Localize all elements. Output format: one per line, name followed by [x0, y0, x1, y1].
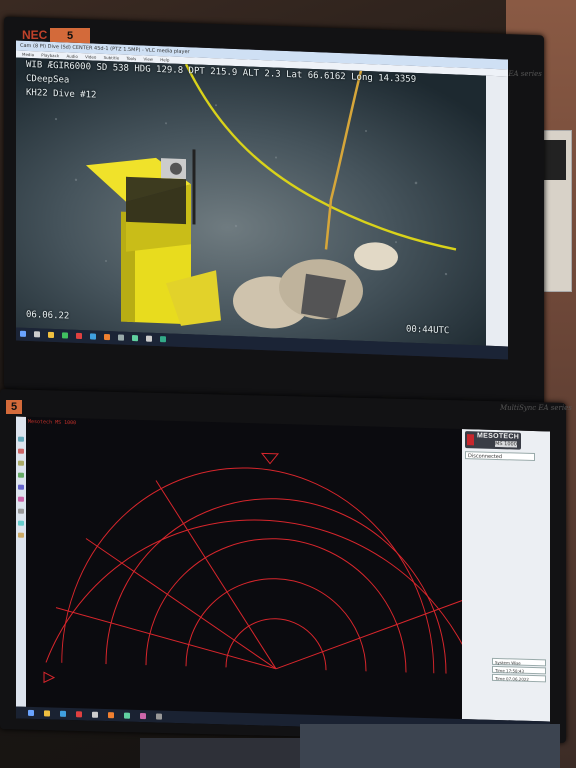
app-teal-icon[interactable] — [160, 336, 166, 343]
menu-subtitle[interactable]: Subtitle — [104, 55, 119, 61]
sonar-sector-lines — [55, 480, 462, 670]
system-field: System Wise — [492, 657, 546, 667]
time-overlay: 00:44UTC — [406, 324, 450, 337]
time-field: Time 17:58:43 — [492, 665, 546, 675]
browser-icon[interactable] — [60, 710, 66, 717]
bottom-monitor-screen: Mesotech MS 1000 MESOTECH MS 1000 Discon… — [16, 416, 550, 734]
sonar-side-panel: MESOTECH MS 1000 Disconnected System Wis… — [462, 428, 550, 722]
sonar-toolbar — [16, 416, 26, 707]
sonar-range-rings — [45, 467, 462, 675]
app-red-icon[interactable] — [76, 711, 82, 718]
heading-marker-icon — [260, 452, 280, 465]
mesotech-logo: MESOTECH MS 1000 — [465, 431, 521, 450]
menu-view[interactable]: View — [143, 56, 153, 61]
menu-tools[interactable]: Tools — [126, 56, 136, 61]
vlc-icon[interactable] — [104, 333, 110, 341]
menu-help[interactable]: Help — [160, 57, 169, 62]
bottom-monitor-brand: MultiSync EA series — [500, 404, 572, 412]
start-icon[interactable] — [20, 330, 26, 337]
menu-video[interactable]: Video — [85, 54, 96, 59]
app-grey-icon[interactable] — [118, 334, 124, 341]
tool-icon[interactable] — [18, 484, 24, 490]
org-overlay: CDeepSea — [26, 73, 70, 86]
left-arrow-icon — [43, 671, 56, 684]
search-icon[interactable] — [34, 331, 40, 338]
tool-icon[interactable] — [18, 472, 24, 478]
app-check-icon[interactable] — [62, 332, 68, 339]
top-monitor-screen: Cam (8 Pl) Dive (Sd) CENTER 45d-1 (PTZ 1… — [16, 40, 508, 360]
tool-icon[interactable] — [18, 496, 24, 502]
app-red-icon[interactable] — [76, 332, 82, 340]
tool-icon[interactable] — [18, 436, 24, 442]
tool-icon[interactable] — [18, 508, 24, 514]
app-green-icon[interactable] — [124, 712, 130, 719]
app-pink-icon[interactable] — [140, 713, 146, 720]
app-orange-icon[interactable] — [108, 712, 114, 719]
folder-icon[interactable] — [48, 331, 54, 339]
vlc-side-scrollbar[interactable] — [486, 75, 508, 347]
model-badge: MS 1000 — [495, 440, 517, 448]
start-icon[interactable] — [28, 709, 34, 717]
tool-icon[interactable] — [18, 448, 24, 454]
logo-text: MESOTECH — [477, 432, 520, 441]
menu-playback[interactable]: Playback — [41, 53, 59, 59]
tool-icon[interactable] — [18, 460, 24, 466]
app-white-icon[interactable] — [146, 335, 152, 342]
folder-icon[interactable] — [44, 710, 50, 717]
app-white-icon[interactable] — [92, 711, 98, 718]
menu-audio[interactable]: Audio — [66, 53, 77, 58]
seafloor-scene — [16, 57, 486, 346]
photo-scene: NEC 5 MultiSync EA series Cam (8 Pl) Div… — [0, 0, 576, 768]
third-monitor-screen — [300, 724, 560, 768]
third-monitor-edge — [140, 738, 300, 768]
app-grey-icon[interactable] — [156, 713, 162, 720]
connection-status[interactable]: Disconnected — [465, 451, 535, 462]
date-overlay: 06.06.22 — [26, 309, 70, 322]
top-monitor-label: NEC — [22, 28, 48, 42]
sonar-sector-display — [43, 452, 462, 684]
browser-icon[interactable] — [90, 333, 96, 340]
rov-video-frame: WIB ÆGIR6000 SD 538 HDG 129.8 DPT 215.9 … — [16, 57, 486, 346]
tool-icon[interactable] — [18, 520, 24, 526]
menu-media[interactable]: Media — [22, 52, 34, 57]
logo-mark-icon — [467, 434, 474, 446]
bottom-monitor-tag: 5 — [6, 400, 22, 414]
app-green-icon[interactable] — [132, 335, 138, 342]
tool-icon[interactable] — [18, 532, 24, 538]
date-field: Time 07.06.2022 — [492, 673, 546, 683]
